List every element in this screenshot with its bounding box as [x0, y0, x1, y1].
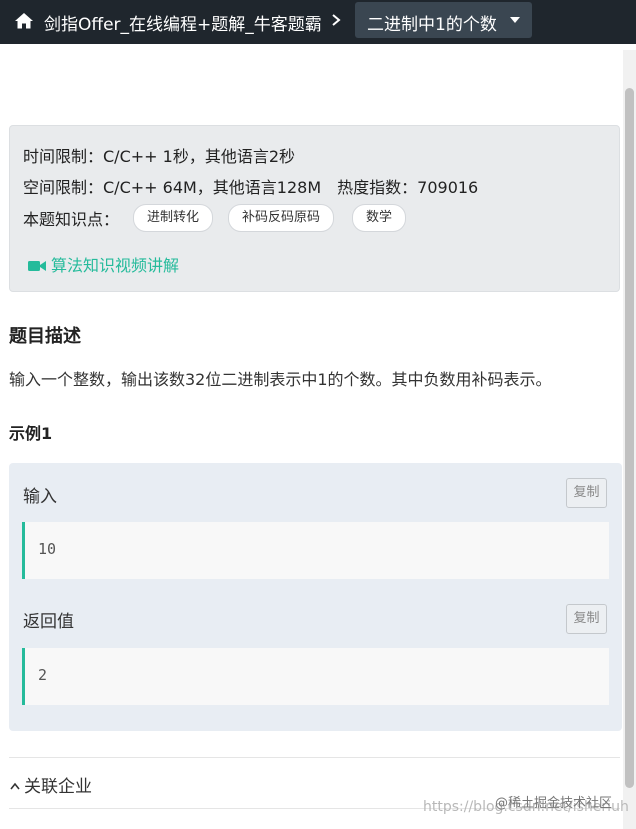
output-value: 2	[38, 666, 48, 684]
time-limit: 时间限制：C/C++ 1秒，其他语言2秒	[23, 147, 295, 166]
heat-index: 热度指数：709016	[337, 178, 479, 197]
breadcrumb-link[interactable]: 剑指Offer_在线编程+题解_牛客题霸	[44, 10, 322, 35]
description-text: 输入一个整数，输出该数32位二进制表示中1的个数。其中负数用补码表示。	[9, 370, 552, 389]
scrollbar-thumb[interactable]	[625, 88, 634, 788]
output-label: 返回值	[23, 612, 74, 632]
caret-down-icon	[510, 17, 520, 23]
tag-complement-code[interactable]: 补码反码原码	[228, 204, 335, 232]
top-navbar: 剑指Offer_在线编程+题解_牛客题霸 二进制中1的个数	[0, 0, 636, 44]
video-link-label: 算法知识视频讲解	[51, 256, 180, 275]
knowledge-label: 本题知识点：	[23, 210, 120, 229]
home-icon[interactable]	[14, 11, 34, 31]
watermark-site: @稀土掘金技术社区	[495, 796, 613, 811]
related-companies-label: 关联企业	[24, 777, 92, 797]
input-value: 10	[38, 540, 57, 558]
video-camera-icon	[28, 261, 46, 271]
example-panel: 输入 复制 10 返回值 复制 2	[9, 463, 622, 731]
space-limit: 空间限制：C/C++ 64M，其他语言128M	[23, 178, 322, 197]
chevron-up-icon	[10, 782, 20, 790]
video-explanation-link[interactable]: 算法知识视频讲解	[28, 252, 179, 276]
problem-selector-label: 二进制中1的个数	[367, 15, 497, 35]
problem-selector[interactable]: 二进制中1的个数	[355, 2, 532, 38]
copy-input-button[interactable]: 复制	[566, 478, 607, 508]
output-code-block: 2	[22, 648, 609, 705]
space-limit-row: 空间限制：C/C++ 64M，其他语言128M 热度指数：709016	[23, 174, 478, 198]
input-label: 输入	[23, 487, 57, 507]
problem-meta-panel: 时间限制：C/C++ 1秒，其他语言2秒 空间限制：C/C++ 64M，其他语言…	[9, 125, 620, 292]
tag-math[interactable]: 数学	[352, 204, 407, 232]
example-title: 示例1	[9, 424, 53, 443]
divider	[9, 757, 620, 758]
tag-base-conversion[interactable]: 进制转化	[133, 204, 214, 232]
chevron-right-icon	[332, 14, 341, 26]
description-title: 题目描述	[9, 326, 81, 347]
input-code-block: 10	[22, 522, 609, 579]
copy-output-button[interactable]: 复制	[566, 604, 607, 634]
related-companies-toggle[interactable]: 关联企业	[9, 772, 92, 797]
